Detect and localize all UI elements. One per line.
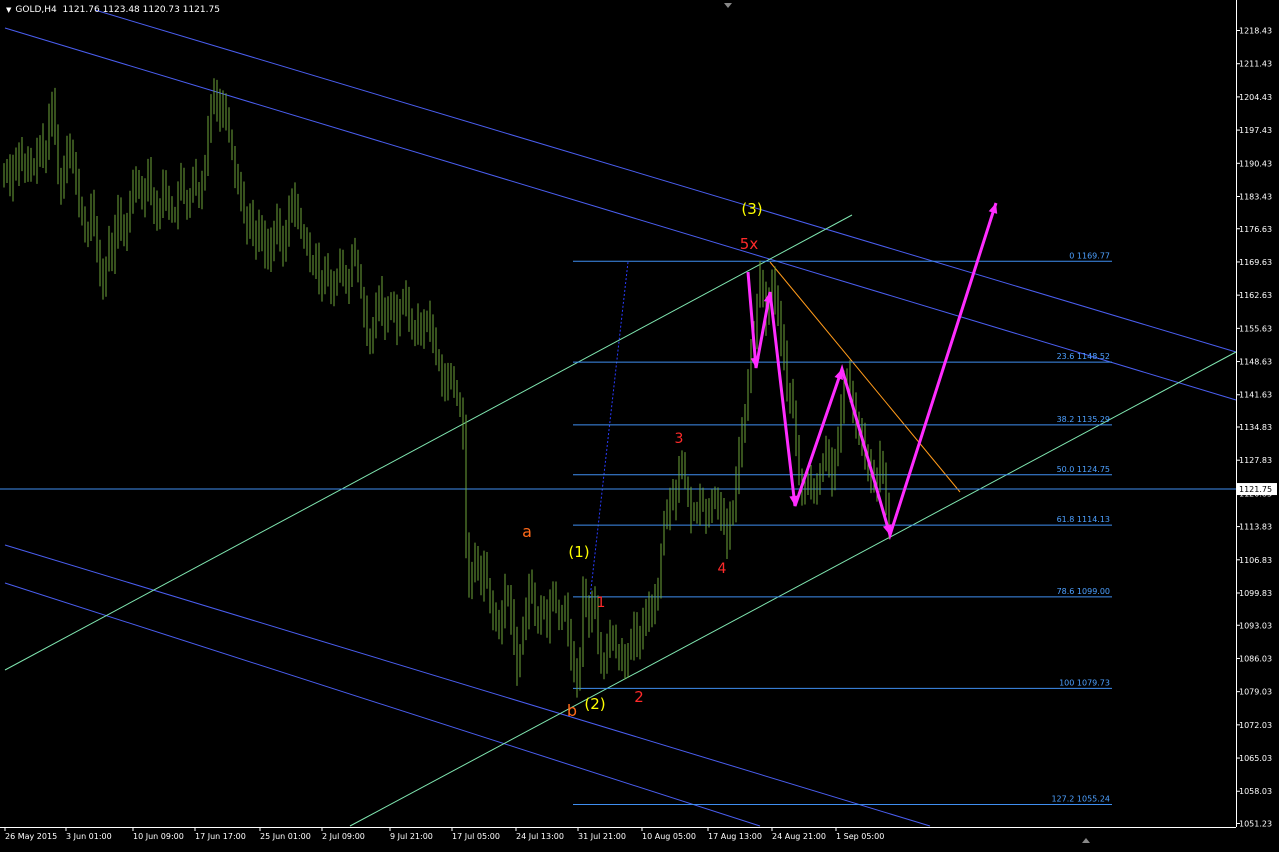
time-tick-label: 31 Jul 21:00 — [578, 832, 626, 841]
price-tick-label: 1099.83 — [1239, 589, 1272, 598]
wave-label: 5x — [740, 235, 759, 253]
fib-level-label: 100 1079.73 — [1059, 678, 1110, 687]
time-tick-label: 26 May 2015 — [5, 832, 57, 841]
price-tick-label: 1086.03 — [1239, 654, 1272, 663]
price-chart[interactable]: 0 1169.77 23.6 1148.52 38.2 1135.29 50.0 11… — [0, 0, 1279, 848]
menu-triangle-icon[interactable]: ▼ — [6, 6, 11, 14]
price-tick-label: 1093.03 — [1239, 621, 1272, 630]
wave-label: 4 — [718, 561, 727, 577]
wave-label: (3) — [741, 200, 762, 218]
time-tick-label: 2 Jul 09:00 — [322, 832, 365, 841]
price-tick-label: 1155.63 — [1239, 324, 1272, 333]
wave-label: 1 — [597, 595, 606, 611]
wave-label: a — [522, 522, 532, 541]
time-tick-label: 17 Jun 17:00 — [195, 832, 246, 841]
price-tick-label: 1176.63 — [1239, 225, 1272, 234]
price-tick-label: 1169.63 — [1239, 258, 1272, 267]
price-tick-label: 1162.63 — [1239, 291, 1272, 300]
time-tick-label: 10 Jun 09:00 — [133, 832, 184, 841]
price-tick-label: 1148.63 — [1239, 358, 1272, 367]
fib-level-label: 50.0 1124.75 — [1057, 465, 1110, 474]
time-tick-label: 24 Aug 21:00 — [772, 832, 826, 841]
price-tick-label: 1065.03 — [1239, 754, 1272, 763]
fib-level-label: 127.2 1055.24 — [1051, 794, 1110, 803]
time-tick-label: 17 Aug 13:00 — [708, 832, 762, 841]
fib-level-label: 0 1169.77 — [1069, 251, 1110, 260]
price-tick-label: 1072.03 — [1239, 721, 1272, 730]
wave-label: (2) — [584, 695, 605, 713]
price-tick-label: 1079.03 — [1239, 688, 1272, 697]
chart-header: ▼ GOLD,H4 1121.76 1123.48 1120.73 1121.75 — [6, 5, 220, 15]
price-tick-label: 1058.03 — [1239, 787, 1272, 796]
price-tick-label: 1211.43 — [1239, 60, 1272, 69]
time-tick-label: 25 Jun 01:00 — [260, 832, 311, 841]
fib-level-label: 38.2 1135.29 — [1057, 415, 1110, 424]
current-price-label: 1121.75 — [1239, 485, 1272, 494]
price-tick-label: 1134.83 — [1239, 423, 1272, 432]
price-tick-label: 1197.43 — [1239, 126, 1272, 135]
price-tick-label: 1051.23 — [1239, 820, 1272, 829]
price-tick-label: 1127.83 — [1239, 456, 1272, 465]
price-tick-label: 1190.43 — [1239, 159, 1272, 168]
time-tick-label: 1 Sep 05:00 — [836, 832, 884, 841]
time-tick-label: 9 Jul 21:00 — [390, 832, 433, 841]
time-tick-label: 3 Jun 01:00 — [66, 832, 112, 841]
fib-level-label: 23.6 1148.52 — [1057, 352, 1110, 361]
price-tick-label: 1218.43 — [1239, 27, 1272, 36]
time-tick-label: 17 Jul 05:00 — [452, 832, 500, 841]
wave-label: b — [567, 701, 577, 720]
chart-area[interactable]: 0 1169.77 23.6 1148.52 38.2 1135.29 50.0 11… — [0, 0, 1279, 848]
price-tick-label: 1113.83 — [1239, 523, 1272, 532]
symbol-label: GOLD,H4 — [15, 5, 57, 15]
price-tick-label: 1106.83 — [1239, 556, 1272, 565]
fib-level-label: 61.8 1114.13 — [1057, 515, 1110, 524]
time-tick-label: 24 Jul 13:00 — [516, 832, 564, 841]
price-tick-label: 1141.63 — [1239, 391, 1272, 400]
fib-level-label: 78.6 1099.00 — [1057, 587, 1110, 596]
wave-label: (1) — [568, 543, 589, 561]
time-tick-label: 10 Aug 05:00 — [642, 832, 696, 841]
ohlc-readout: 1121.76 1123.48 1120.73 1121.75 — [62, 5, 220, 15]
price-tick-label: 1183.43 — [1239, 192, 1272, 201]
price-tick-label: 1204.43 — [1239, 93, 1272, 102]
wave-label: 2 — [634, 688, 644, 706]
wave-label: 3 — [675, 431, 684, 447]
